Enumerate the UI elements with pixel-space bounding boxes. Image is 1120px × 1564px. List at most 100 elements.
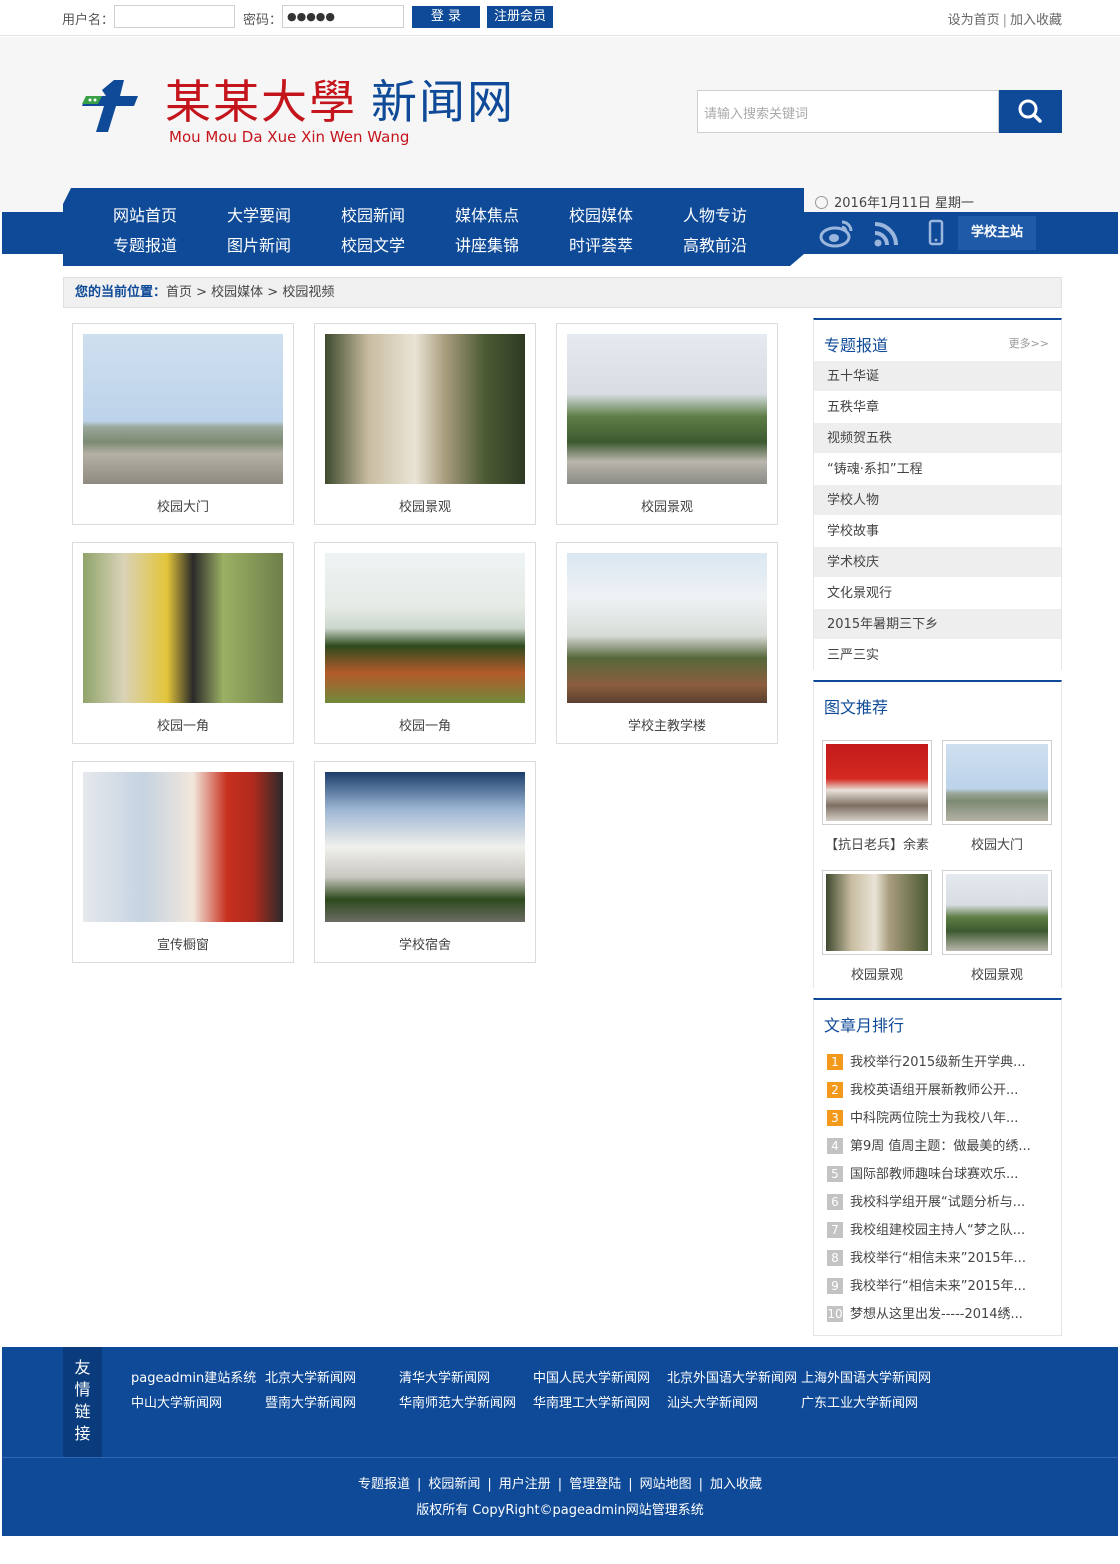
recommend-photo[interactable] bbox=[826, 744, 928, 821]
footer-nav-link[interactable]: 加入收藏 bbox=[710, 1477, 762, 1492]
school-main-site-link[interactable]: 学校主站 bbox=[958, 216, 1036, 250]
recommend-thumb[interactable] bbox=[942, 740, 1052, 825]
friend-link[interactable]: 汕头大学新闻网 bbox=[667, 1392, 758, 1411]
nav-item[interactable]: 高教前沿 bbox=[683, 232, 747, 256]
nav-item[interactable]: 校园新闻 bbox=[341, 202, 405, 226]
ranking-item[interactable]: 5 国际部教师趣味台球赛欢乐... bbox=[827, 1163, 1018, 1182]
ranking-title[interactable]: 我校组建校园主持人“梦之队... bbox=[850, 1223, 1025, 1238]
topic-item[interactable]: “铸魂·系扣”工程 bbox=[814, 454, 1061, 485]
ranking-title[interactable]: 第9周 值周主题：做最美的绣... bbox=[850, 1139, 1031, 1154]
gallery-caption[interactable]: 学校主教学楼 bbox=[557, 715, 777, 734]
recommend-photo[interactable] bbox=[946, 744, 1048, 821]
nav-item[interactable]: 校园媒体 bbox=[569, 202, 633, 226]
topic-item[interactable]: 2015年暑期三下乡 bbox=[814, 609, 1061, 640]
friend-link[interactable]: 清华大学新闻网 bbox=[399, 1367, 490, 1386]
nav-item[interactable]: 网站首页 bbox=[113, 202, 177, 226]
friend-link[interactable]: 广东工业大学新闻网 bbox=[801, 1392, 918, 1411]
ranking-title[interactable]: 梦想从这里出发-----2014绣... bbox=[850, 1307, 1023, 1322]
gallery-photo[interactable] bbox=[325, 553, 525, 703]
gallery-caption[interactable]: 校园一角 bbox=[315, 715, 535, 734]
gallery-card[interactable]: 校园景观 bbox=[556, 323, 778, 525]
gallery-photo[interactable] bbox=[325, 334, 525, 484]
nav-item[interactable]: 校园文学 bbox=[341, 232, 405, 256]
gallery-card[interactable]: 校园一角 bbox=[72, 542, 294, 744]
gallery-caption[interactable]: 校园一角 bbox=[73, 715, 293, 734]
gallery-card[interactable]: 学校宿舍 bbox=[314, 761, 536, 963]
friend-link[interactable]: 华南理工大学新闻网 bbox=[533, 1392, 650, 1411]
ranking-title[interactable]: 我校举行2015级新生开学典... bbox=[850, 1055, 1025, 1070]
nav-item[interactable]: 人物专访 bbox=[683, 202, 747, 226]
nav-item[interactable]: 大学要闻 bbox=[227, 202, 291, 226]
gallery-photo[interactable] bbox=[325, 772, 525, 922]
gallery-photo[interactable] bbox=[83, 334, 283, 484]
nav-item[interactable]: 图片新闻 bbox=[227, 232, 291, 256]
ranking-item[interactable]: 2 我校英语组开展新教师公开... bbox=[827, 1079, 1018, 1098]
topic-item[interactable]: 视频贺五秩 bbox=[814, 423, 1061, 454]
topic-item[interactable]: 学术校庆 bbox=[814, 547, 1061, 578]
gallery-caption[interactable]: 校园景观 bbox=[557, 496, 777, 515]
recommend-caption[interactable]: 校园大门 bbox=[942, 834, 1052, 853]
friend-link[interactable]: 华南师范大学新闻网 bbox=[399, 1392, 516, 1411]
friend-link[interactable]: pageadmin建站系统 bbox=[131, 1367, 256, 1386]
ranking-item[interactable]: 1 我校举行2015级新生开学典... bbox=[827, 1051, 1025, 1070]
breadcrumb-path[interactable]: 首页 > 校园媒体 > 校园视频 bbox=[166, 285, 334, 300]
nav-item[interactable]: 专题报道 bbox=[113, 232, 177, 256]
footer-nav-link[interactable]: 网站地图 bbox=[640, 1477, 692, 1492]
recommend-thumb[interactable] bbox=[942, 870, 1052, 955]
recommend-caption[interactable]: 校园景观 bbox=[942, 964, 1052, 983]
login-button[interactable]: 登 录 bbox=[412, 6, 480, 28]
gallery-caption[interactable]: 宣传橱窗 bbox=[73, 934, 293, 953]
gallery-caption[interactable]: 校园景观 bbox=[315, 496, 535, 515]
ranking-item[interactable]: 6 我校科学组开展“试题分析与... bbox=[827, 1191, 1025, 1210]
username-input[interactable] bbox=[114, 5, 235, 28]
search-input[interactable]: 请输入搜索关键词 bbox=[697, 90, 999, 133]
gallery-card[interactable]: 校园大门 bbox=[72, 323, 294, 525]
topic-item[interactable]: 学校故事 bbox=[814, 516, 1061, 547]
nav-item[interactable]: 媒体焦点 bbox=[455, 202, 519, 226]
topic-item[interactable]: 五秩华章 bbox=[814, 392, 1061, 423]
gallery-card[interactable]: 宣传橱窗 bbox=[72, 761, 294, 963]
topic-item[interactable]: 学校人物 bbox=[814, 485, 1061, 516]
register-button[interactable]: 注册会员 bbox=[487, 6, 553, 28]
gallery-photo[interactable] bbox=[567, 553, 767, 703]
ranking-title[interactable]: 中科院两位院士为我校八年... bbox=[850, 1111, 1018, 1126]
footer-nav-link[interactable]: 专题报道 bbox=[358, 1477, 410, 1492]
recommend-thumb[interactable] bbox=[822, 870, 932, 955]
friend-link[interactable]: 中山大学新闻网 bbox=[131, 1392, 222, 1411]
footer-nav-link[interactable]: 用户注册 bbox=[499, 1477, 551, 1492]
friend-link[interactable]: 北京大学新闻网 bbox=[265, 1367, 356, 1386]
topic-item[interactable]: 三严三实 bbox=[814, 640, 1061, 671]
friend-link[interactable]: 暨南大学新闻网 bbox=[265, 1392, 356, 1411]
nav-item[interactable]: 讲座集锦 bbox=[455, 232, 519, 256]
gallery-photo[interactable] bbox=[83, 553, 283, 703]
search-button[interactable] bbox=[999, 90, 1062, 133]
rss-icon[interactable] bbox=[872, 216, 902, 250]
gallery-caption[interactable]: 校园大门 bbox=[73, 496, 293, 515]
nav-item[interactable]: 时评荟萃 bbox=[569, 232, 633, 256]
gallery-card[interactable]: 学校主教学楼 bbox=[556, 542, 778, 744]
friend-link[interactable]: 上海外国语大学新闻网 bbox=[801, 1367, 931, 1386]
friend-link[interactable]: 中国人民大学新闻网 bbox=[533, 1367, 650, 1386]
ranking-title[interactable]: 我校举行“相信未来”2015年... bbox=[850, 1251, 1026, 1266]
ranking-title[interactable]: 我校举行“相信未来”2015年... bbox=[850, 1279, 1026, 1294]
gallery-card[interactable]: 校园一角 bbox=[314, 542, 536, 744]
ranking-item[interactable]: 8 我校举行“相信未来”2015年... bbox=[827, 1247, 1026, 1266]
ranking-title[interactable]: 国际部教师趣味台球赛欢乐... bbox=[850, 1167, 1018, 1182]
password-input[interactable]: ●●●●● bbox=[282, 5, 404, 28]
gallery-card[interactable]: 校园景观 bbox=[314, 323, 536, 525]
add-favorite-link[interactable]: 加入收藏 bbox=[1010, 13, 1062, 28]
topic-item[interactable]: 文化景观行 bbox=[814, 578, 1061, 609]
ranking-item[interactable]: 7 我校组建校园主持人“梦之队... bbox=[827, 1219, 1025, 1238]
ranking-title[interactable]: 我校英语组开展新教师公开... bbox=[850, 1083, 1018, 1098]
topics-more-link[interactable]: 更多>> bbox=[1009, 335, 1049, 351]
topic-item[interactable]: 五十华诞 bbox=[814, 361, 1061, 392]
gallery-photo[interactable] bbox=[567, 334, 767, 484]
gallery-photo[interactable] bbox=[83, 772, 283, 922]
recommend-photo[interactable] bbox=[826, 874, 928, 951]
recommend-photo[interactable] bbox=[946, 874, 1048, 951]
weibo-icon[interactable] bbox=[818, 216, 856, 250]
ranking-item[interactable]: 9 我校举行“相信未来”2015年... bbox=[827, 1275, 1026, 1294]
footer-nav-link[interactable]: 管理登陆 bbox=[569, 1477, 621, 1492]
footer-nav-link[interactable]: 校园新闻 bbox=[428, 1477, 480, 1492]
ranking-item[interactable]: 4 第9周 值周主题：做最美的绣... bbox=[827, 1135, 1031, 1154]
